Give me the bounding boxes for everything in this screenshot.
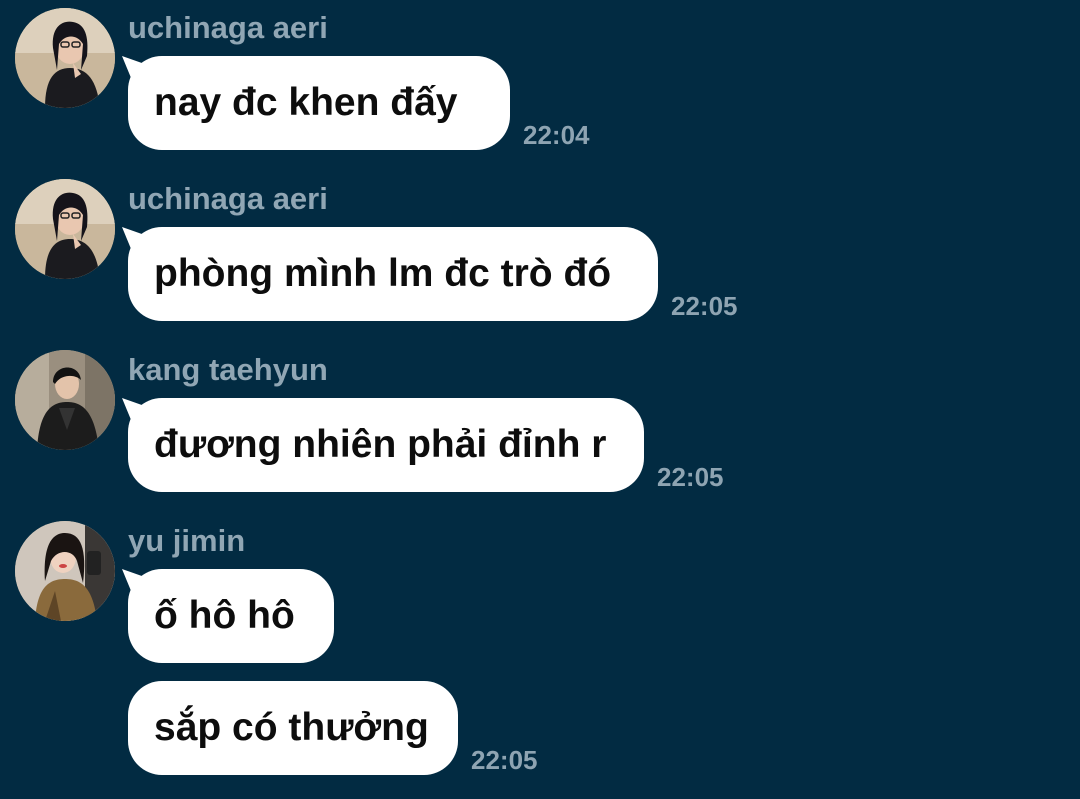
- timestamp: 22:05: [657, 462, 724, 492]
- bubble-tail-icon: [122, 569, 156, 603]
- sender-name: uchinaga aeri: [128, 181, 328, 216]
- message-text: đương nhiên phải đỉnh r: [154, 423, 607, 466]
- message-text: nay đc khen đấy: [154, 81, 458, 124]
- profile-photo-icon: [15, 179, 115, 279]
- avatar[interactable]: [15, 8, 115, 108]
- bubble-tail-icon: [122, 56, 156, 90]
- profile-photo-icon: [15, 8, 115, 108]
- sender-name: uchinaga aeri: [128, 10, 328, 45]
- avatar[interactable]: [15, 521, 115, 621]
- sender-name: yu jimin: [128, 523, 246, 558]
- bubble-tail-icon: [122, 398, 156, 432]
- chat-log: uchinaga aeri nay đc khen đấy 22:04 uchi…: [0, 0, 1080, 799]
- timestamp: 22:05: [671, 291, 738, 321]
- timestamp: 22:05: [471, 745, 538, 775]
- bubble-tail-icon: [122, 227, 156, 261]
- profile-photo-icon: [15, 350, 115, 450]
- message-text: phòng mình lm đc trò đó: [154, 252, 612, 295]
- message-bubble[interactable]: nay đc khen đấy: [122, 56, 510, 150]
- profile-photo-icon: [15, 521, 115, 621]
- sender-name: kang taehyun: [128, 352, 328, 387]
- message-text: ố hô hô: [154, 594, 295, 637]
- message-text: sắp có thưởng: [154, 706, 429, 749]
- avatar[interactable]: [15, 179, 115, 279]
- message-bubble[interactable]: sắp có thưởng: [128, 681, 458, 775]
- avatar[interactable]: [15, 350, 115, 450]
- timestamp: 22:04: [523, 120, 590, 150]
- message-bubble[interactable]: phòng mình lm đc trò đó: [122, 227, 658, 321]
- message-bubble[interactable]: ố hô hô: [122, 569, 334, 663]
- message-bubble[interactable]: đương nhiên phải đỉnh r: [122, 398, 644, 492]
